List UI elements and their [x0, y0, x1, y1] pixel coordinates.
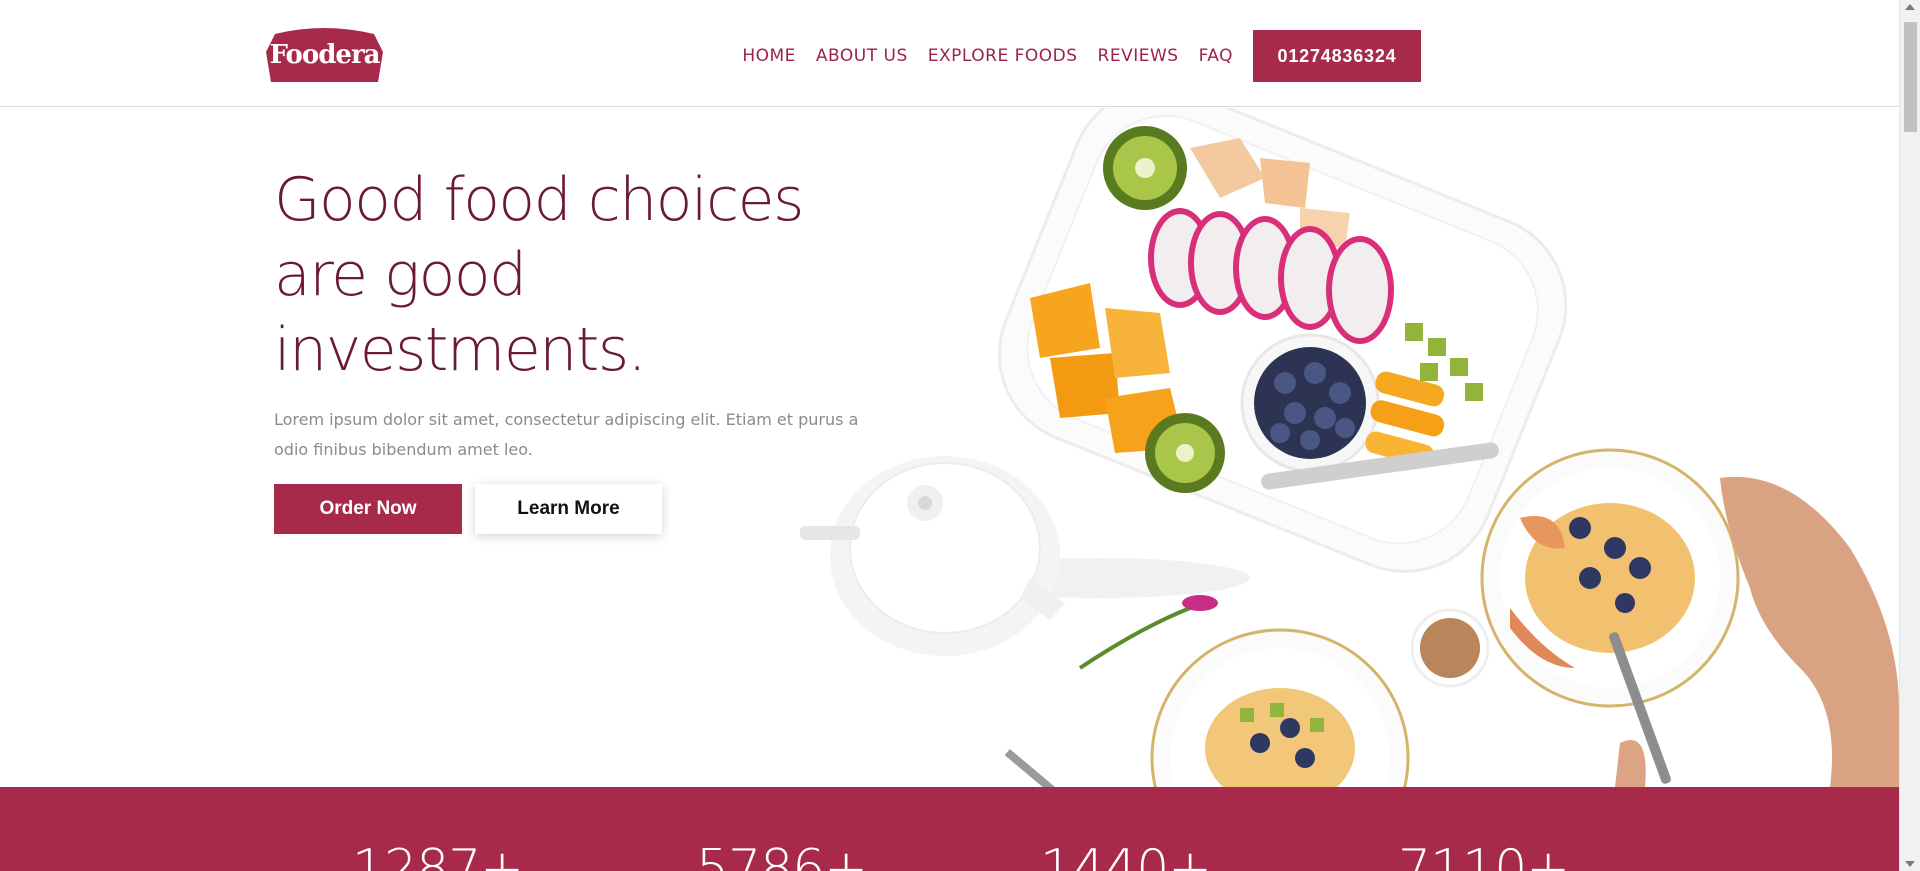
- scroll-thumb[interactable]: [1904, 22, 1917, 132]
- scroll-up-arrow-icon[interactable]: [1905, 4, 1915, 10]
- hero-title-line-2: are good: [274, 240, 527, 310]
- stats-band: 1287+ 5786+ 1440+ 7110+: [0, 787, 1899, 871]
- nav-reviews[interactable]: REVIEWS: [1098, 46, 1179, 66]
- hero-section: Good food choices are good investments. …: [0, 108, 1899, 787]
- site-header: Foodera HOME ABOUT US EXPLORE FOODS REVI…: [0, 0, 1899, 107]
- stat-value: 1440+: [1040, 839, 1212, 871]
- stat-value: 7110+: [1398, 839, 1570, 871]
- brand-logo[interactable]: Foodera: [257, 28, 392, 84]
- nav-home[interactable]: HOME: [742, 46, 796, 66]
- main-nav: HOME ABOUT US EXPLORE FOODS REVIEWS FAQ …: [742, 30, 1421, 82]
- nav-faq[interactable]: FAQ: [1199, 46, 1233, 66]
- stat-value: 5786+: [696, 839, 868, 871]
- nav-about-us[interactable]: ABOUT US: [816, 46, 908, 66]
- hero-title-line-3: investments.: [274, 315, 647, 385]
- scroll-down-arrow-icon[interactable]: [1905, 861, 1915, 867]
- stat-value: 1287+: [352, 839, 524, 871]
- logo-text: Foodera: [269, 40, 381, 70]
- order-now-button[interactable]: Order Now: [274, 484, 462, 534]
- food-platter-image: [800, 108, 1899, 787]
- learn-more-button[interactable]: Learn More: [475, 484, 662, 534]
- nav-explore-foods[interactable]: EXPLORE FOODS: [928, 46, 1078, 66]
- phone-button[interactable]: 01274836324: [1253, 30, 1421, 82]
- page-scrollbar[interactable]: [1899, 0, 1920, 871]
